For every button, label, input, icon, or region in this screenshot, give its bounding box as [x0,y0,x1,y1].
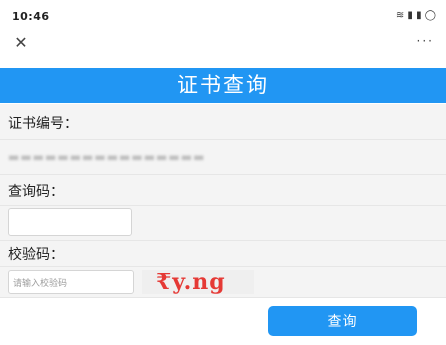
query-code-label: 查询码： [8,184,64,200]
page-title: 证书查询 [0,68,446,103]
cert-label-row: 证书编号： [0,104,446,140]
cert-number-label: 证书编号： [8,116,78,132]
status-indicators: ≋ ▮ ▮ ◯ [395,10,436,21]
verify-code-label: 校验码： [8,247,64,263]
query-code-input-row [0,206,446,241]
captcha-text: ₹y.ng [156,269,226,295]
close-icon[interactable]: ✕ [10,32,32,54]
verify-input-row: ₹y.ng [0,267,446,298]
query-button[interactable]: 查询 [268,306,417,336]
query-code-input[interactable] [8,208,132,236]
status-bar: 10:46 ≋ ▮ ▮ ◯ [0,0,446,28]
verify-label-row: 校验码： [0,241,446,267]
cert-number-value: ▬▬▬▬▬▬▬▬▬▬▬▬▬▬▬▬ [8,150,206,164]
top-nav: ✕ ··· [0,30,446,60]
query-code-label-row: 查询码： [0,175,446,206]
cert-value-row: ▬▬▬▬▬▬▬▬▬▬▬▬▬▬▬▬ [0,140,446,175]
verify-code-input[interactable] [8,270,134,294]
status-time: 10:46 [12,10,50,23]
captcha-image[interactable]: ₹y.ng [142,270,254,294]
more-icon[interactable]: ··· [417,34,434,48]
